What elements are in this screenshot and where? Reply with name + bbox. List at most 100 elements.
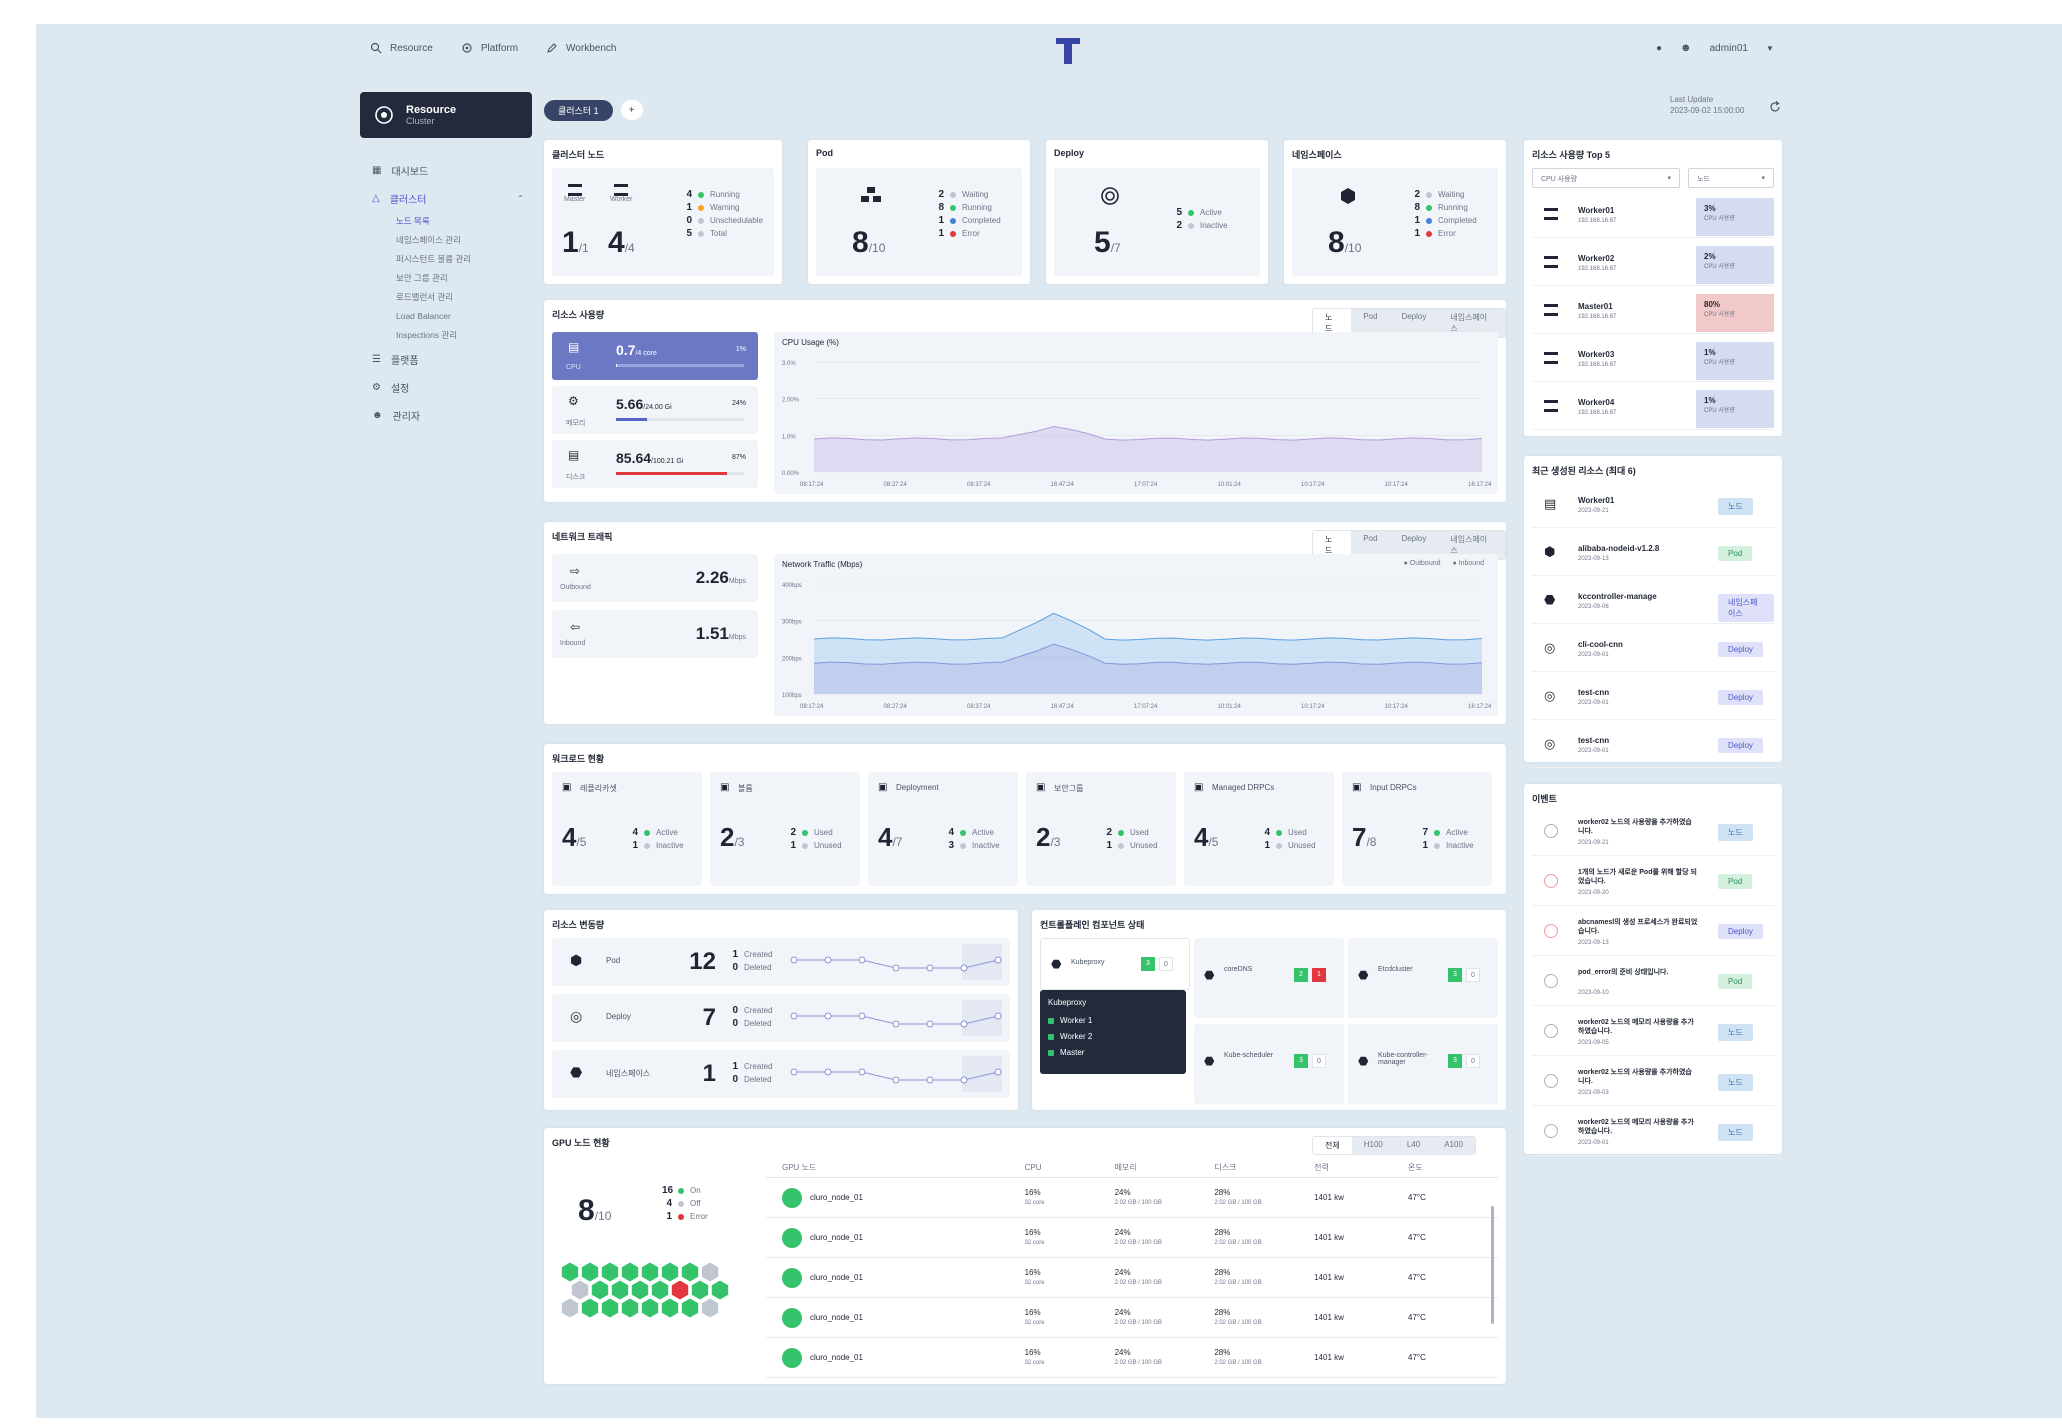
workload-item[interactable]: ▣ 볼륨 2/3 2 Used 1 Unused	[710, 772, 860, 886]
gpu-hex-cell[interactable]	[590, 1279, 610, 1301]
user-name[interactable]: admin01	[1710, 43, 1748, 54]
table-row[interactable]: cluro_node_01 16% 32 core 24% 2.02 GB / 100 …	[766, 1178, 1498, 1218]
menu-item-dashboard[interactable]: ▦ 대시보드	[360, 156, 532, 184]
gpu-hex-cell[interactable]	[580, 1297, 600, 1319]
submenu-item[interactable]: 로드밸런서 관리	[396, 288, 532, 307]
workload-item[interactable]: ▣ Managed DRPCs 4/5 4 Used 1 Unused	[1184, 772, 1334, 886]
gpu-hex-cell[interactable]	[710, 1279, 730, 1301]
gpu-hex-cell[interactable]	[650, 1279, 670, 1301]
table-scrollbar[interactable]	[1491, 1206, 1494, 1324]
app-logo[interactable]	[1055, 36, 1081, 66]
component-item[interactable]: ⬣ Kube-controller-manager 3 0	[1348, 1024, 1498, 1104]
gpu-hex-cell[interactable]	[560, 1261, 580, 1283]
menu-item-cluster[interactable]: △ 클러스터 ⌃	[360, 184, 532, 212]
event-item[interactable]: worker02 노드의 사용량을 추가하였습니다. 2023-09-21 노드	[1532, 810, 1774, 856]
recent-item[interactable]: ⬢ alibaba-nodeid-v1.2.8 2023-09-13 Pod	[1532, 532, 1774, 576]
gpu-hex-cell[interactable]	[700, 1297, 720, 1319]
column-header[interactable]: CPU	[1025, 1163, 1115, 1172]
menu-item-admin[interactable]: ☻ 관리자	[360, 401, 532, 429]
submenu-item[interactable]: Inspections 관리	[396, 326, 532, 345]
gpu-hex-cell[interactable]	[630, 1279, 650, 1301]
recent-item[interactable]: ◎ test-cnn 2023-09-01 Deploy	[1532, 724, 1774, 768]
table-row[interactable]: cluro_node_01 16% 32 core 24% 2.02 GB / 100 …	[766, 1258, 1498, 1298]
submenu-item[interactable]: 노드 목록	[396, 212, 532, 231]
submenu-item[interactable]: Load Balancer	[396, 307, 532, 326]
recent-item[interactable]: ◎ test-cnn 2023-09-01 Deploy	[1532, 676, 1774, 720]
gpu-hex-cell[interactable]	[610, 1279, 630, 1301]
gpu-hex-cell[interactable]	[600, 1261, 620, 1283]
table-row[interactable]: cluro_node_01 16% 32 core 24% 2.02 GB / 100 …	[766, 1298, 1498, 1338]
recent-item[interactable]: ◎ cli-cool-cnn 2023-09-01 Deploy	[1532, 628, 1774, 672]
gpu-hex-cell[interactable]	[620, 1261, 640, 1283]
gpu-hex-cell[interactable]	[640, 1297, 660, 1319]
tab-all[interactable]: 전체	[1313, 1137, 1352, 1154]
nav-platform[interactable]: Platform	[461, 42, 518, 54]
event-item[interactable]: worker02 노드의 사용량을 추가하였습니다. 2023-09-03 노드	[1532, 1060, 1774, 1106]
column-header[interactable]: 디스크	[1214, 1162, 1314, 1173]
top5-item[interactable]: Worker02 192.168.16.87 2% CPU 사용량	[1532, 244, 1774, 286]
type-select[interactable]: 노드 ▾	[1688, 168, 1774, 188]
event-item[interactable]: 1개의 노드가 새로운 Pod를 위해 할당 되었습니다. 2023-09-20 P…	[1532, 860, 1774, 906]
top5-item[interactable]: Worker03 192.168.16.87 1% CPU 사용량	[1532, 340, 1774, 382]
workload-stats: 4 Active 1 Inactive	[628, 826, 683, 852]
notification-icon[interactable]: ●	[1656, 43, 1662, 54]
gpu-hex-cell[interactable]	[680, 1261, 700, 1283]
gpu-hex-cell[interactable]	[670, 1279, 690, 1301]
gpu-hex-cell[interactable]	[620, 1297, 640, 1319]
column-header[interactable]: GPU 노드	[782, 1162, 1025, 1173]
tab-l40[interactable]: L40	[1394, 1137, 1433, 1154]
y-tick-label: 100bps	[782, 693, 802, 699]
nav-workbench[interactable]: Workbench	[546, 42, 616, 54]
gpu-hex-cell[interactable]	[660, 1297, 680, 1319]
recent-item[interactable]: ▤ Worker01 2023-09-21 노드	[1532, 484, 1774, 528]
resource-item[interactable]: ⚙ 메모리 5.66/24.00 Gi 24%	[552, 386, 758, 434]
recent-item[interactable]: ⬣ kccontroller-manage 2023-09-06 네임스페이스	[1532, 580, 1774, 624]
resource-item[interactable]: ▤ CPU 0.7/4 core 1%	[552, 332, 758, 380]
component-item[interactable]: ⬣ Kubeproxy 3 0	[1040, 938, 1190, 990]
cluster-brand[interactable]: Resource Cluster	[360, 92, 532, 138]
gpu-hex-cell[interactable]	[660, 1261, 680, 1283]
menu-item-platform[interactable]: ☰ 플랫폼	[360, 345, 532, 373]
gpu-hex-cell[interactable]	[640, 1261, 660, 1283]
event-item[interactable]: worker02 노드의 메모리 사용량을 추가하였습니다. 2023-09-01…	[1532, 1110, 1774, 1156]
event-item[interactable]: worker02 노드의 메모리 사용량을 추가하였습니다. 2023-09-05…	[1532, 1010, 1774, 1056]
gpu-hex-cell[interactable]	[700, 1261, 720, 1283]
nav-resource[interactable]: Resource	[370, 42, 433, 54]
event-item[interactable]: abcnamesl의 생성 프로세스가 완료되었습니다. 2023-09-13 De…	[1532, 910, 1774, 956]
gpu-hex-cell[interactable]	[560, 1297, 580, 1319]
column-header[interactable]: 메모리	[1115, 1162, 1215, 1173]
workload-item[interactable]: ▣ Deployment 4/7 4 Active 3 Inactive	[868, 772, 1018, 886]
gpu-hex-cell[interactable]	[580, 1261, 600, 1283]
table-row[interactable]: cluro_node_01 16% 32 core 24% 2.02 GB / 100 …	[766, 1338, 1498, 1378]
menu-item-settings[interactable]: ⚙ 설정	[360, 373, 532, 401]
event-item[interactable]: pod_error의 준비 상태입니다. 2023-09-10 Pod	[1532, 960, 1774, 1006]
component-item[interactable]: ⬣ coreDNS 2 1	[1194, 938, 1344, 1018]
refresh-icon[interactable]	[1768, 100, 1782, 114]
component-item[interactable]: ⬣ Etcdcluster 3 0	[1348, 938, 1498, 1018]
cluster-tab[interactable]: 클러스터 1	[544, 99, 613, 121]
gpu-hex-cell[interactable]	[600, 1297, 620, 1319]
workload-item[interactable]: ▣ 레플리카셋 4/5 4 Active 1 Inactive	[552, 772, 702, 886]
component-item[interactable]: ⬣ Kube-scheduler 3 0	[1194, 1024, 1344, 1104]
workload-item[interactable]: ▣ 보안그룹 2/3 2 Used 1 Unused	[1026, 772, 1176, 886]
gpu-hex-cell[interactable]	[570, 1279, 590, 1301]
submenu-item[interactable]: 퍼시스턴트 볼륨 관리	[396, 250, 532, 269]
workload-item[interactable]: ▣ Input DRPCs 7/8 7 Active 1 Inactive	[1342, 772, 1492, 886]
sparkline-point	[926, 1020, 934, 1028]
submenu-item[interactable]: 보안 그룹 관리	[396, 269, 532, 288]
metric-select[interactable]: CPU 사용량 ▾	[1532, 168, 1680, 188]
tab-a100[interactable]: A100	[1432, 1137, 1475, 1154]
gpu-hex-cell[interactable]	[690, 1279, 710, 1301]
column-header[interactable]: 온도	[1408, 1162, 1498, 1173]
add-cluster-button[interactable]: +	[620, 100, 643, 120]
tab-h100[interactable]: H100	[1351, 1137, 1395, 1154]
submenu-item[interactable]: 네임스페이스 관리	[396, 231, 532, 250]
chevron-down-icon[interactable]: ▼	[1766, 44, 1774, 53]
gpu-hex-cell[interactable]	[680, 1297, 700, 1319]
table-row[interactable]: cluro_node_01 16% 32 core 24% 2.02 GB / 100 …	[766, 1218, 1498, 1258]
resource-item[interactable]: ▤ 디스크 85.64/100.21 Gi 87%	[552, 440, 758, 488]
top5-item[interactable]: Worker01 192.168.16.87 3% CPU 사용량	[1532, 196, 1774, 238]
column-header[interactable]: 전력	[1314, 1162, 1408, 1173]
top5-item[interactable]: Master01 192.168.16.87 80% CPU 사용량	[1532, 292, 1774, 334]
top5-item[interactable]: Worker04 192.168.16.87 1% CPU 사용량	[1532, 388, 1774, 430]
